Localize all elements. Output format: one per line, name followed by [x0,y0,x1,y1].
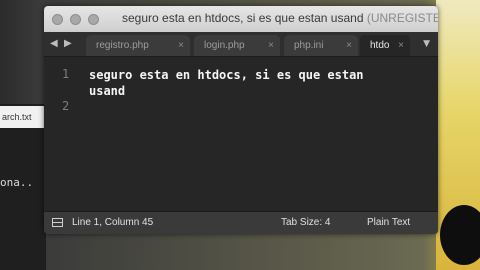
tab-back-icon[interactable]: ◀ [50,38,58,49]
close-tab-icon[interactable]: × [398,35,404,56]
document-text[interactable]: seguro esta en htdocs, si es que estan u… [89,67,389,99]
syntax-selector[interactable]: Plain Text [367,217,410,228]
close-tab-icon[interactable]: × [178,35,184,56]
tab-bar: ◀ ▶ registro.php × login.php × php.ini ×… [44,32,438,57]
close-tab-icon[interactable]: × [346,35,352,56]
tab-registro-php[interactable]: registro.php × [86,35,190,56]
status-bar: Line 1, Column 45 Tab Size: 4 Plain Text [44,211,438,234]
tab-size-selector[interactable]: Tab Size: 4 [281,217,330,228]
background-file-label: arch.txt [0,106,48,128]
zoom-window-button[interactable] [88,14,99,25]
editor-window: seguro esta en htdocs, si es que estan u… [44,6,438,234]
line-number-gutter: 1 2 [44,57,78,212]
window-title-text: seguro esta en htdocs, si es que estan u… [122,11,364,25]
tab-label: login.php [204,40,245,51]
window-title: seguro esta en htdocs, si es que estan u… [122,11,438,25]
console-toggle-icon[interactable] [52,218,63,227]
line-number: 1 [62,67,70,81]
background-terminal-text: ona.. [0,176,34,189]
tab-label: registro.php [96,40,149,51]
unregistered-label: (UNREGISTERED [366,11,438,25]
close-tab-icon[interactable]: × [268,35,274,56]
tab-login-php[interactable]: login.php × [194,35,280,56]
desktop-dark-shape [440,205,480,265]
title-bar: seguro esta en htdocs, si es que estan u… [44,6,438,32]
tab-php-ini[interactable]: php.ini × [284,35,358,56]
tab-label: php.ini [294,40,324,51]
close-window-button[interactable] [52,14,63,25]
tab-list-dropdown-icon[interactable]: ▼ [423,39,430,49]
tab-label: htdo [370,40,390,51]
text-editor-area[interactable]: 1 2 seguro esta en htdocs, si es que est… [44,57,438,212]
cursor-position: Line 1, Column 45 [72,217,154,228]
tab-htdocs-active[interactable]: htdo × [360,35,410,56]
minimize-window-button[interactable] [70,14,81,25]
line-number: 2 [62,99,70,113]
tab-forward-icon[interactable]: ▶ [64,38,72,49]
